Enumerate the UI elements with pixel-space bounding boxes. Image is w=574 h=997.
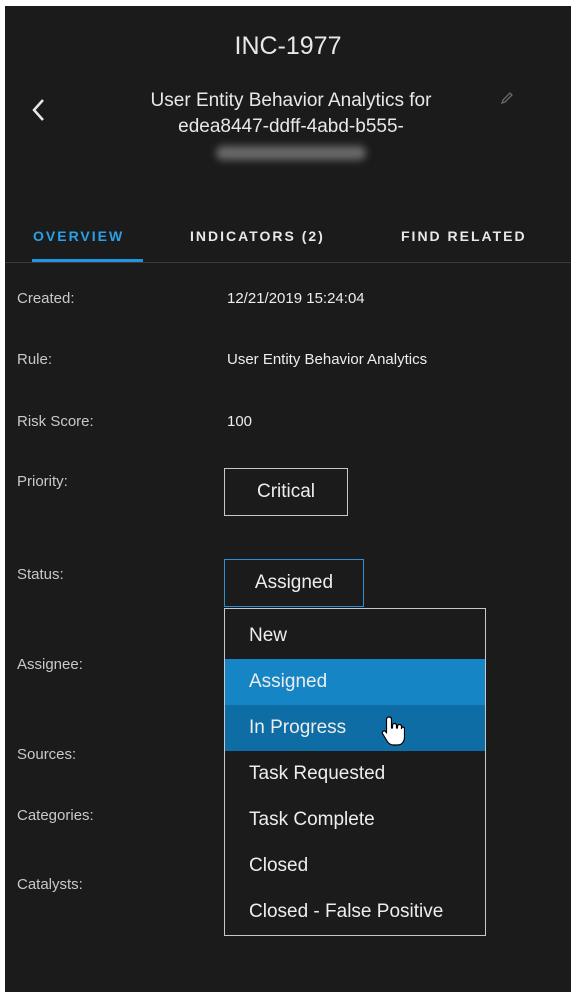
status-option-task-complete[interactable]: Task Complete: [225, 797, 485, 843]
created-label: Created:: [17, 290, 75, 307]
back-button[interactable]: [29, 96, 49, 124]
assignee-label: Assignee:: [17, 656, 83, 673]
status-option-assigned[interactable]: Assigned: [225, 659, 485, 705]
risk-score-value: 100: [227, 413, 253, 430]
tab-overview[interactable]: OVERVIEW: [33, 228, 124, 244]
priority-label: Priority:: [17, 473, 68, 490]
rule-value: User Entity Behavior Analytics: [227, 351, 428, 368]
categories-label: Categories:: [17, 807, 94, 824]
status-option-in-progress-label: In Progress: [249, 717, 347, 738]
tab-indicators[interactable]: INDICATORS (2): [190, 228, 325, 244]
redacted-id: [216, 146, 366, 160]
status-option-closed-false-positive[interactable]: Closed - False Positive: [225, 889, 485, 935]
status-option-task-requested[interactable]: Task Requested: [225, 751, 485, 797]
status-dropdown: New Assigned In Progress Task Requested …: [224, 608, 486, 936]
created-value: 12/21/2019 15:24:04: [227, 290, 365, 307]
status-option-closed[interactable]: Closed: [225, 843, 485, 889]
incident-title: User Entity Behavior Analytics for edea8…: [105, 88, 477, 168]
active-tab-indicator: [32, 259, 143, 262]
incident-id: INC-1977: [234, 32, 342, 60]
status-option-new[interactable]: New: [225, 613, 485, 659]
status-selector[interactable]: Assigned: [224, 559, 364, 607]
catalysts-label: Catalysts:: [17, 876, 83, 893]
status-label: Status:: [17, 566, 64, 583]
risk-score-label: Risk Score:: [17, 413, 94, 430]
tab-bar: OVERVIEW INDICATORS (2) FIND RELATED: [5, 218, 571, 263]
sources-label: Sources:: [17, 746, 77, 763]
incident-panel: INC-1977 User Entity Behavior Analytics …: [5, 6, 571, 992]
chevron-left-icon: [32, 99, 44, 121]
priority-selector[interactable]: Critical: [224, 468, 348, 516]
incident-header: INC-1977 User Entity Behavior Analytics …: [5, 6, 571, 206]
edit-title-button[interactable]: [499, 90, 515, 106]
incident-title-line-2: edea8447-ddff-4abd-b555-: [178, 116, 404, 137]
pencil-icon: [500, 92, 513, 105]
incident-title-line-1: User Entity Behavior Analytics for: [150, 90, 432, 111]
rule-label: Rule:: [17, 351, 53, 368]
hand-pointer-icon: [381, 716, 405, 746]
tab-find-related[interactable]: FIND RELATED: [401, 228, 527, 244]
status-option-in-progress[interactable]: In Progress: [225, 705, 485, 751]
